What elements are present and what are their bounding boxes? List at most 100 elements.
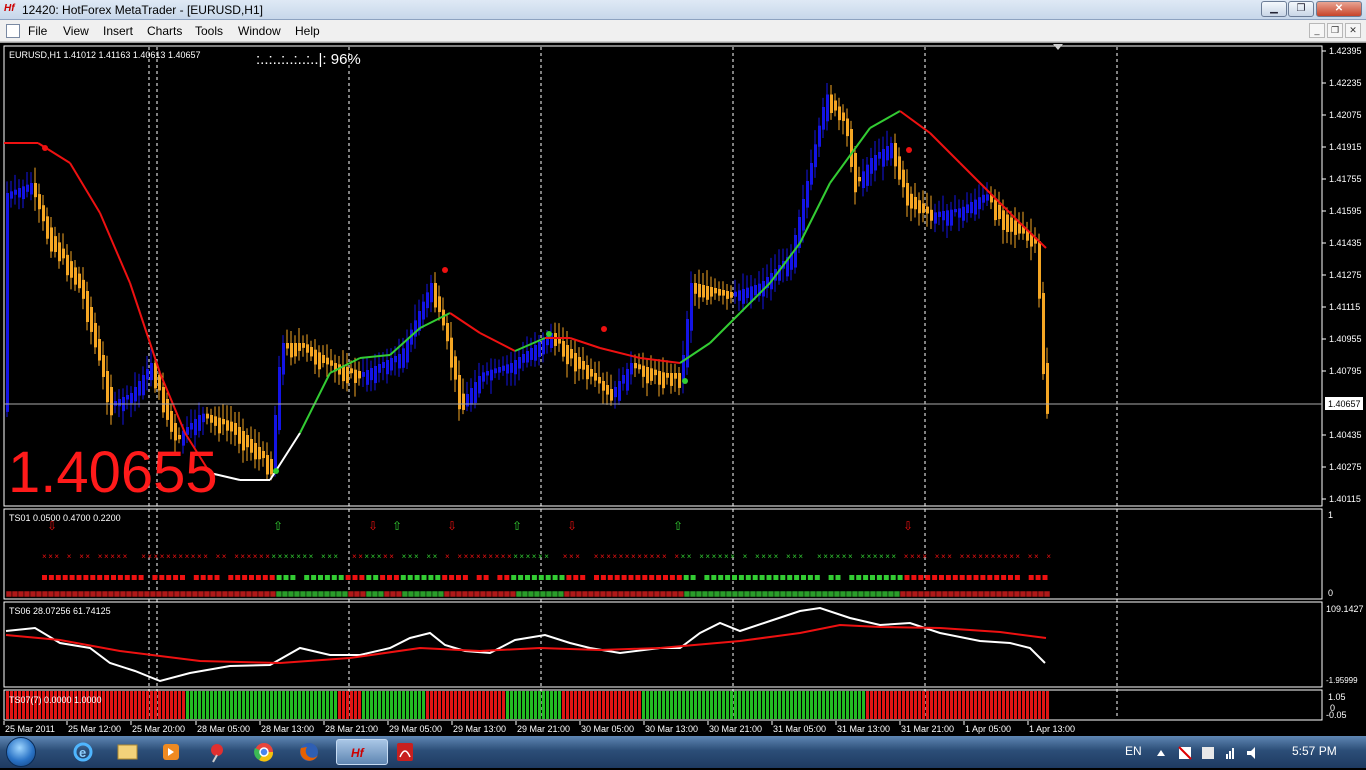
down-arrow-icon: ⇩ xyxy=(47,519,57,533)
up-arrow-icon: ⇧ xyxy=(273,519,283,533)
chart-restore-button[interactable]: ❐ xyxy=(1327,23,1343,38)
acrobat-reader-taskbar-button[interactable] xyxy=(386,739,424,765)
down-arrow-icon: ⇩ xyxy=(447,519,457,533)
ts07-bar xyxy=(494,691,497,719)
chart-window[interactable]: 1.40657 EURUSD,H1 1.41012 1.41163 1.4061… xyxy=(0,42,1366,736)
firefox-taskbar-button[interactable] xyxy=(290,739,328,765)
ts07-bar xyxy=(626,691,629,719)
candle-body xyxy=(74,267,77,285)
signal-bar-cell xyxy=(737,590,745,598)
signal-bar-cell xyxy=(245,590,253,598)
menu-insert[interactable]: Insert xyxy=(103,24,133,38)
ts07-bar xyxy=(170,691,173,719)
candle-body xyxy=(1038,241,1041,299)
window-title-bar[interactable]: Hf 12420: HotForex MetaTrader - [EURUSD,… xyxy=(0,0,1366,20)
ts07-bar xyxy=(762,691,765,719)
signal-bar-cell xyxy=(407,590,415,598)
ts07-bar xyxy=(594,691,597,719)
signal-x-marker: × xyxy=(792,552,797,561)
device-icon[interactable] xyxy=(1202,747,1214,759)
candle-body xyxy=(190,423,193,430)
window-minimize-button[interactable]: ▁ xyxy=(1261,1,1287,17)
window-restore-button[interactable]: ❐ xyxy=(1288,1,1314,17)
signal-x-marker: × xyxy=(606,552,611,561)
candle-body xyxy=(222,419,225,425)
volume-icon[interactable] xyxy=(1247,747,1255,759)
signal-bar-cell xyxy=(167,590,175,598)
media-player-taskbar-button[interactable] xyxy=(152,739,190,765)
network-icon[interactable] xyxy=(1226,754,1228,759)
ts07-bar xyxy=(402,691,405,719)
metatrader-taskbar-button[interactable]: Hf xyxy=(336,739,388,765)
price-chart-canvas[interactable]: 1.40657 EURUSD,H1 1.41012 1.41163 1.4061… xyxy=(0,43,1366,737)
candle-body xyxy=(854,153,857,193)
candle-body xyxy=(754,285,757,296)
menu-help[interactable]: Help xyxy=(295,24,320,38)
ts07-bar xyxy=(466,691,469,719)
signal-bar-cell xyxy=(707,590,715,598)
chrome-taskbar-button[interactable] xyxy=(245,739,283,765)
language-indicator[interactable]: EN xyxy=(1125,744,1142,758)
candle-body xyxy=(350,368,353,374)
signal-square xyxy=(545,575,551,580)
ts07-bar xyxy=(178,691,181,719)
candle-body xyxy=(178,435,181,440)
signal-bar-cell xyxy=(341,590,349,598)
menu-window[interactable]: Window xyxy=(238,24,281,38)
menu-file[interactable]: File xyxy=(28,24,47,38)
symbol-info: EURUSD,H1 1.41012 1.41163 1.40613 1.4065… xyxy=(9,50,200,60)
signal-x-marker: × xyxy=(104,552,109,561)
ts07-bar xyxy=(414,691,417,719)
signal-bar-cell xyxy=(497,590,505,598)
clock[interactable]: 5:57 PM xyxy=(1292,744,1337,758)
windows-taskbar: e Hf EN 5:57 PM xyxy=(0,736,1366,768)
signal-bar-cell xyxy=(209,590,217,598)
candle-body xyxy=(906,183,909,206)
ts07-bar xyxy=(1046,691,1049,719)
candle-body xyxy=(802,199,805,231)
pinned-app-taskbar-button[interactable] xyxy=(198,739,236,765)
candle-body xyxy=(622,375,625,384)
ts07-bar xyxy=(670,691,673,719)
menu-charts[interactable]: Charts xyxy=(147,24,182,38)
signal-x-marker: × xyxy=(402,552,407,561)
file-explorer-taskbar-button[interactable] xyxy=(108,739,146,765)
chart-minimize-button[interactable]: _ xyxy=(1309,23,1325,38)
menu-tools[interactable]: Tools xyxy=(195,24,223,38)
start-button[interactable] xyxy=(6,737,36,767)
signal-bar-cell xyxy=(1043,590,1051,598)
candle-body xyxy=(634,363,637,369)
signal-bar-cell xyxy=(587,590,595,598)
chart-shift-marker-icon[interactable] xyxy=(1053,44,1063,50)
ts07-bar xyxy=(878,691,881,719)
candle-body xyxy=(570,349,573,359)
signal-square xyxy=(663,575,668,580)
candle-body xyxy=(282,343,285,375)
internet-explorer-taskbar-button[interactable]: e xyxy=(64,739,102,765)
candle-body xyxy=(914,197,917,210)
window-title: 12420: HotForex MetaTrader - [EURUSD,H1] xyxy=(22,3,263,17)
candle-body xyxy=(850,129,853,167)
signal-bar-cell xyxy=(1025,590,1033,598)
ts07-bar xyxy=(106,691,109,719)
candle-body xyxy=(494,368,497,374)
ts07-bar xyxy=(890,691,893,719)
signal-bar-cell xyxy=(665,590,673,598)
window-close-button[interactable]: ✕ xyxy=(1316,1,1362,17)
signal-x-marker: × xyxy=(544,552,549,561)
ts07-bar xyxy=(562,691,565,719)
signal-x-marker: × xyxy=(761,552,766,561)
ts07-bar xyxy=(742,691,745,719)
signal-square xyxy=(387,575,392,580)
chart-close-button[interactable]: ✕ xyxy=(1345,23,1361,38)
signal-square xyxy=(656,575,662,580)
signal-bar-cell xyxy=(821,590,829,598)
candle-body xyxy=(742,289,745,304)
ts07-bar xyxy=(426,691,429,719)
menu-view[interactable]: View xyxy=(63,24,89,38)
signal-bar-cell xyxy=(395,590,403,598)
show-hidden-icons-icon[interactable] xyxy=(1157,750,1165,756)
signal-square xyxy=(932,575,938,580)
chart-window-icon[interactable] xyxy=(6,24,20,38)
signal-bar-cell xyxy=(971,590,979,598)
